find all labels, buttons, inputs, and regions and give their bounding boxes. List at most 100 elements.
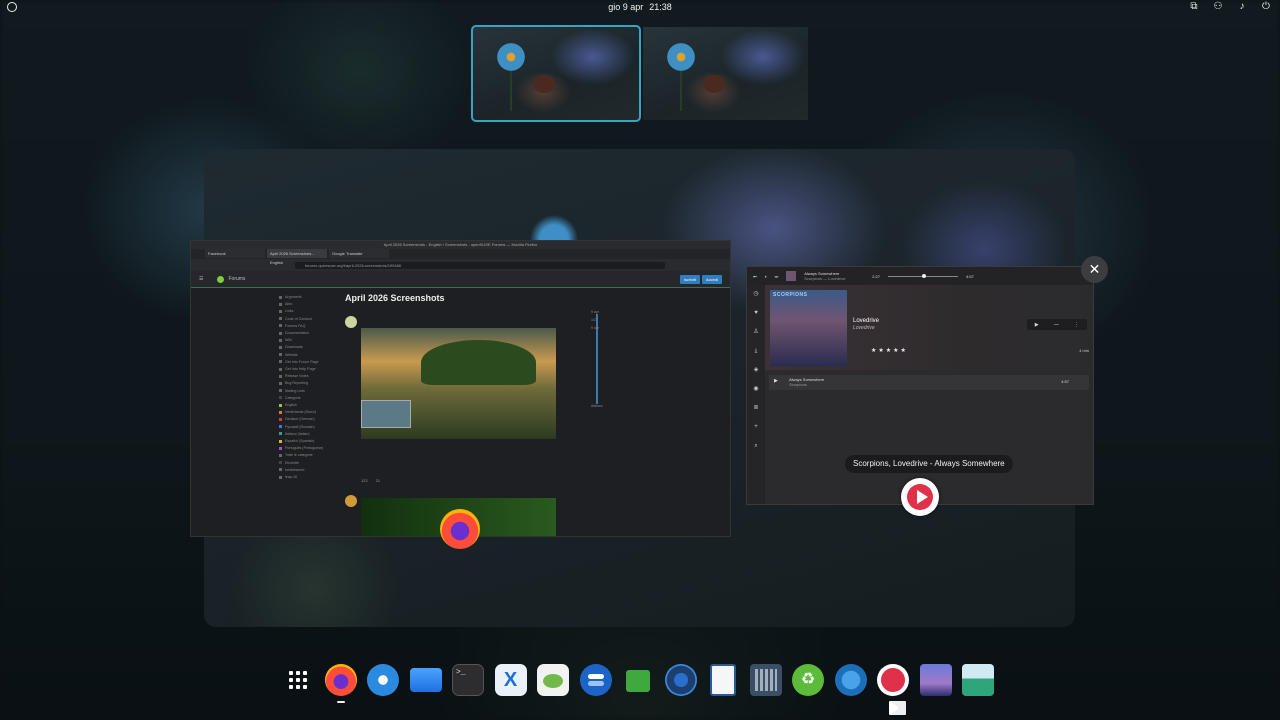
image-viewer-icon[interactable] — [962, 664, 994, 696]
forum-sidebar-item: Mailing Lists — [279, 388, 323, 395]
post-screenshot-image — [361, 328, 556, 439]
inset-screenshot — [361, 400, 411, 428]
post-meta-views: 122 — [361, 478, 368, 483]
music-player-window-icon — [901, 478, 939, 516]
browser-tab: Google Translate — [329, 249, 389, 258]
sidebar-bullet-icon — [279, 360, 282, 364]
timeline-labels: 9 apr 1/2 9 apr Adesso — [591, 308, 603, 410]
album-hero: SCORPIONS Lovedrive Lovedrive ★★★★★ 4 mi… — [765, 285, 1093, 370]
tweaks-toggle-icon[interactable] — [579, 664, 612, 696]
island-image — [421, 340, 536, 385]
sidebar-bullet-icon — [279, 396, 282, 400]
forum-sidebar-label: Deutsch (German) — [285, 417, 315, 422]
forum-sidebar-label: Forums FAQ — [285, 323, 306, 328]
music-player-icon[interactable] — [877, 664, 909, 715]
terminal-icon[interactable]: >_ — [452, 664, 484, 696]
post-meta-users: 21 — [375, 478, 381, 483]
xdg-app-icon[interactable]: X — [494, 664, 527, 696]
forum-sidebar-item: Forums FAQ — [279, 323, 323, 330]
sidebar-bullet-icon — [279, 468, 282, 472]
sidebar-bullet-icon — [279, 353, 282, 357]
text-editor-icon[interactable] — [710, 664, 736, 696]
window-title-label: Scorpions, Lovedrive - Always Somewhere — [845, 455, 1013, 473]
timeline-label: Adesso — [591, 404, 603, 408]
forum-sidebar-label: Argomenti — [285, 295, 302, 299]
timeline-label: 9 apr — [591, 310, 599, 314]
browser-tab: Facebook — [205, 249, 265, 258]
screen-recording-icon[interactable]: ⧉ — [1188, 1, 1200, 12]
flower-stem — [510, 71, 512, 111]
settings-icon[interactable] — [664, 664, 697, 696]
clock[interactable]: gio 9 apr 21:38 — [608, 2, 672, 12]
forum-sidebar-item: Code of Conduct — [279, 316, 323, 323]
firefox-window-preview[interactable]: April 2026 Screenshots - English / Scree… — [190, 240, 731, 537]
calculator-icon[interactable] — [749, 664, 782, 696]
sidebar-bullet-icon — [279, 302, 282, 306]
sidebar-bullet-icon — [279, 410, 282, 414]
minus-icon: — — [1053, 321, 1059, 328]
track-row: ▶ Always Somewhere Scorpions 4:57 — [769, 375, 1089, 390]
volume-icon[interactable]: ♪ — [1236, 1, 1248, 12]
player-controls-bar: ⏮ ⏸ ⏭ Always Somewhere Scorpions — Loved… — [747, 267, 1093, 285]
workspace-thumbnail-2[interactable] — [643, 27, 808, 120]
cover-band-logo: SCORPIONS — [773, 292, 808, 298]
forum-sidebar-item: Categorie — [279, 395, 323, 402]
forum-sidebar-item: Wiki — [279, 337, 323, 344]
forum-sidebar-item: Documentation — [279, 330, 323, 337]
system-tray[interactable]: ⧉ ⚇ ♪ ⏻ — [1188, 1, 1272, 12]
show-apps-grid-icon[interactable] — [282, 664, 314, 696]
recycle-icon[interactable]: ♻ — [792, 664, 824, 696]
playlist-icon: ≣ — [753, 405, 759, 411]
forum-sidebar-label: Code of Conduct — [285, 316, 312, 321]
forum-sidebar-label: Get Into Help Page — [285, 367, 316, 372]
flower-image — [665, 41, 697, 73]
forum-sidebar-label: Español (Spanish) — [285, 439, 315, 444]
files-icon[interactable] — [409, 668, 442, 692]
forum-sidebar-label: Tutte le categorie — [285, 453, 313, 458]
compass-browser-icon[interactable] — [834, 664, 867, 696]
signup-button: Iscriviti — [679, 274, 700, 284]
pause-icon: ⏸ — [764, 273, 767, 279]
forum-sidebar-item: Website — [279, 352, 323, 359]
sidebar-bullet-icon — [279, 367, 282, 371]
extensions-puzzle-icon[interactable] — [622, 664, 654, 696]
forum-logo-icon — [217, 275, 225, 283]
system-logo-icon[interactable] — [7, 2, 17, 12]
window-title: April 2026 Screenshots - English / Scree… — [191, 241, 730, 249]
forum-sidebar-label: Links — [285, 309, 294, 314]
forum-sidebar-label: Get Into Forum Page — [285, 359, 319, 364]
forum-sidebar-label: Mailing Lists — [285, 388, 305, 393]
flower-stem — [680, 71, 682, 111]
forum-sidebar-label: Altro — [285, 302, 293, 307]
mini-cover-icon — [786, 271, 797, 281]
firefox-icon[interactable] — [324, 664, 357, 703]
track-length: 4:57 — [1061, 379, 1069, 384]
progress-slider — [888, 273, 959, 278]
tab-bar: Facebook April 2026 Screenshots - Englis… — [191, 249, 730, 265]
forum-sidebar-item: Português (Portuguese) — [279, 445, 323, 452]
thunderbird-icon[interactable] — [367, 664, 399, 696]
album-artist: Lovedrive — [853, 325, 875, 331]
close-window-button[interactable]: ✕ — [1081, 256, 1108, 283]
timeline-label: 9 apr — [591, 326, 599, 330]
network-icon[interactable]: ⚇ — [1212, 1, 1224, 12]
yast-gecko-icon[interactable] — [537, 664, 569, 696]
now-playing-info: Always Somewhere Scorpions — Lovedrive — [804, 271, 864, 281]
sidebar-bullet-icon — [279, 403, 282, 407]
progress-knob — [922, 273, 927, 278]
butterfly-image — [533, 75, 555, 93]
power-icon[interactable]: ⏻ — [1260, 1, 1272, 12]
url-bar: forums.opensuse.org/t/april-2026-screens… — [295, 261, 665, 269]
album-controls: ▶ — ⋮ — [1027, 319, 1087, 330]
tag-icon: ◈ — [753, 367, 759, 373]
sidebar-bullet-icon — [279, 461, 282, 465]
workspace-thumbnail-1[interactable] — [471, 25, 641, 122]
wallpaper-icon[interactable] — [919, 664, 952, 696]
page-heading: April 2026 Screenshots — [345, 293, 445, 303]
forum-body: Argomenti Altro Links Code of Conduct Forums… — [191, 288, 730, 536]
sidebar-bullet-icon — [279, 446, 282, 450]
forum-sidebar-label: tumbleweed — [285, 467, 305, 472]
add-icon: + — [754, 424, 758, 430]
forum-sidebar-item: Español (Spanish) — [279, 438, 323, 445]
now-playing-subtitle: Scorpions — Lovedrive — [804, 276, 846, 281]
